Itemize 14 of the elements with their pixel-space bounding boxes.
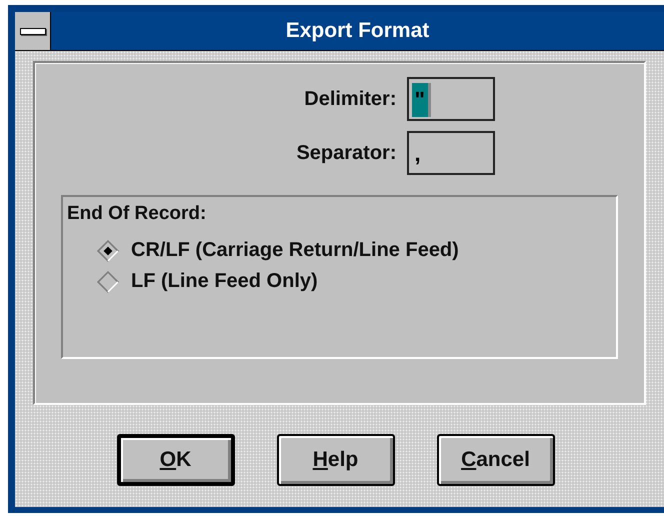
dialog-button[interactable]: OK bbox=[116, 434, 234, 486]
field-label: Delimiter: bbox=[304, 88, 396, 110]
radio-selected-icon[interactable] bbox=[97, 240, 119, 262]
dialog-button[interactable]: Cancel bbox=[436, 434, 554, 486]
input-field[interactable]: " bbox=[406, 77, 494, 121]
radio-option[interactable]: LF (Line Feed Only) bbox=[97, 270, 318, 293]
radio-option[interactable]: CR/LF (Carriage Return/Line Feed) bbox=[97, 239, 459, 262]
dialog-button[interactable]: Help bbox=[276, 434, 394, 486]
system-menu-button[interactable] bbox=[15, 12, 51, 50]
field-label: Separator: bbox=[296, 142, 396, 164]
group-label: End Of Record: bbox=[67, 203, 206, 225]
input-field[interactable]: , bbox=[406, 131, 494, 175]
window-title: Export Format bbox=[284, 18, 430, 44]
radio-icon[interactable] bbox=[97, 270, 119, 292]
